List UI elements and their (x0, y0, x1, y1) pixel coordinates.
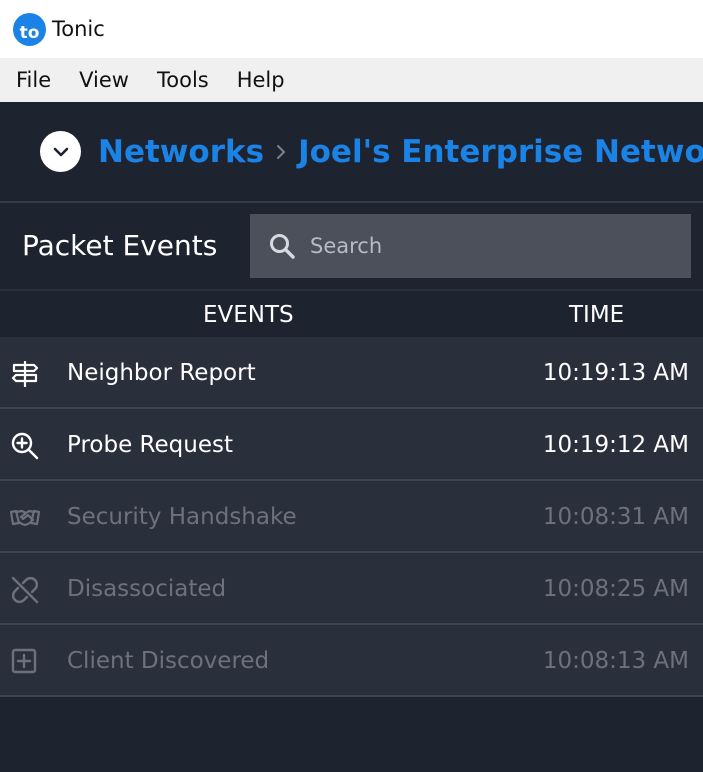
event-label: Client Discovered (67, 648, 270, 674)
event-label: Probe Request (67, 432, 233, 458)
title-bar: to Tonic (0, 0, 703, 58)
column-header-events[interactable]: EVENTS (203, 302, 294, 328)
menu-help[interactable]: Help (237, 68, 285, 92)
menu-tools[interactable]: Tools (157, 68, 209, 92)
menu-bar: File View Tools Help (0, 58, 703, 102)
event-label: Disassociated (67, 576, 227, 602)
collapse-button[interactable] (40, 131, 81, 172)
event-label: Security Handshake (67, 504, 297, 530)
event-row[interactable]: Neighbor Report 10:19:13 AM (0, 337, 703, 409)
chevron-right-icon (274, 142, 288, 162)
event-time: 10:08:25 AM (542, 576, 689, 602)
breadcrumb-header: Networks Joel's Enterprise Network (0, 102, 703, 203)
event-list: Neighbor Report 10:19:13 AM Probe Reques… (0, 337, 703, 697)
event-time: 10:08:31 AM (542, 504, 689, 530)
chevron-down-icon (53, 147, 68, 156)
menu-file[interactable]: File (16, 68, 51, 92)
search-placeholder: Search (310, 234, 383, 258)
event-time: 10:19:12 AM (542, 432, 689, 458)
event-row[interactable]: Client Discovered 10:08:13 AM (0, 625, 703, 697)
panel-title: Packet Events (22, 229, 218, 262)
menu-view[interactable]: View (79, 68, 129, 92)
event-label: Neighbor Report (67, 360, 256, 386)
window-title: Tonic (52, 17, 105, 41)
event-time: 10:08:13 AM (542, 648, 689, 674)
app-logo: to (13, 12, 46, 46)
breadcrumb-network-name[interactable]: Joel's Enterprise Network (298, 134, 703, 170)
zoom-in-icon (11, 432, 39, 460)
search-icon (270, 234, 295, 259)
panel-footer (0, 697, 703, 772)
search-input[interactable]: Search (250, 214, 691, 278)
app-logo-text: to (19, 22, 40, 43)
breadcrumb-networks[interactable]: Networks (98, 134, 264, 170)
event-row[interactable]: Security Handshake 10:08:31 AM (0, 481, 703, 553)
panel-header: Packet Events Search (0, 203, 703, 289)
event-time: 10:19:13 AM (542, 360, 689, 386)
handshake-icon (10, 509, 40, 527)
table-header: EVENTS TIME (0, 289, 703, 337)
neighbor-report-icon (11, 361, 39, 387)
unlink-icon (11, 576, 39, 604)
event-row[interactable]: Probe Request 10:19:12 AM (0, 409, 703, 481)
column-header-time[interactable]: TIME (569, 302, 624, 328)
event-row[interactable]: Disassociated 10:08:25 AM (0, 553, 703, 625)
plus-square-icon (11, 648, 37, 674)
